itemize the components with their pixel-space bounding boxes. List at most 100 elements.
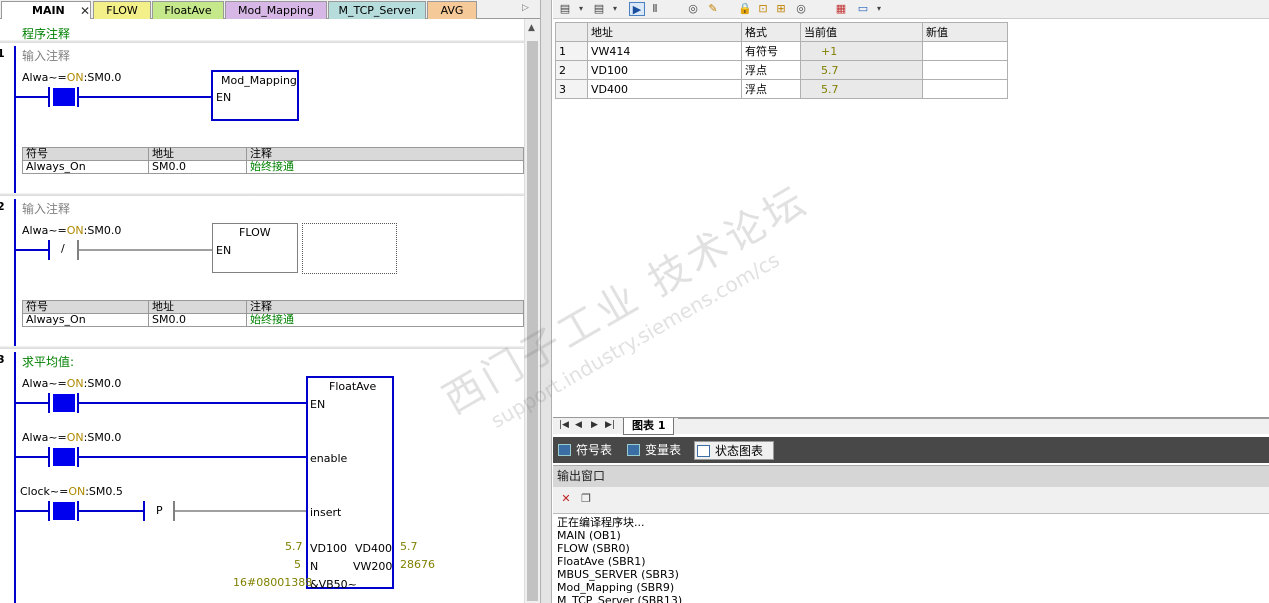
- contact-prefix: Alwa~=: [22, 431, 67, 444]
- close-icon[interactable]: ✕: [80, 5, 90, 17]
- program-tab-bar: MAIN ✕ FLOW FloatAve Mod_Mapping M_TCP_S…: [0, 0, 540, 19]
- dropdown-icon[interactable]: ▾: [871, 2, 887, 16]
- contact-closed[interactable]: [53, 502, 75, 520]
- block-title: FloatAve: [329, 380, 377, 393]
- contact-closed[interactable]: [53, 448, 75, 466]
- network-comment-2[interactable]: 输入注释: [22, 200, 70, 217]
- options-icon[interactable]: ▭: [855, 2, 871, 16]
- network-separator: [0, 40, 524, 43]
- contact-label[interactable]: Alwa~=ON:SM0.0: [22, 224, 121, 237]
- format-cell[interactable]: 有符号: [741, 41, 801, 61]
- tab-flow[interactable]: FLOW: [93, 1, 151, 19]
- network-number-1: 1: [0, 47, 5, 60]
- output-window-content[interactable]: 正在编译程序块... MAIN (OB1) FLOW (SBR0) FloatA…: [553, 514, 1269, 603]
- dropdown-icon[interactable]: ▾: [607, 2, 623, 16]
- contact-state: ON: [66, 224, 84, 237]
- output-line: Mod_Mapping (SBR9): [557, 581, 675, 594]
- read-icon[interactable]: ◎: [685, 2, 701, 16]
- row-number-header: [555, 22, 588, 42]
- symbol-cell: Always_On: [22, 160, 149, 174]
- address-cell: SM0.0: [148, 160, 247, 174]
- pane-splitter[interactable]: [540, 0, 552, 603]
- contact-label[interactable]: Clock~=ON:SM0.5: [20, 485, 123, 498]
- contact-label[interactable]: Alwa~=ON:SM0.0: [22, 431, 121, 444]
- tab-scroll-right-icon[interactable]: ▷: [522, 3, 529, 13]
- tab-variable-table[interactable]: 变量表: [625, 441, 689, 460]
- next-sheet-icon[interactable]: ▶: [591, 420, 598, 430]
- comment-header: 注释: [246, 300, 524, 314]
- symbol-header: 符号: [22, 147, 149, 161]
- floatave-block[interactable]: FloatAve EN enable insert VD100 N &VB50~…: [306, 376, 394, 591]
- delete-row-icon[interactable]: ▤: [591, 2, 607, 16]
- pause-icon[interactable]: Ⅱ: [647, 2, 663, 16]
- tab-m-tcp-server[interactable]: M_TCP_Server: [328, 1, 426, 19]
- row-number[interactable]: 3: [555, 79, 588, 99]
- contact-negated[interactable]: /: [61, 242, 65, 255]
- wire: [16, 249, 48, 251]
- tab-floatave[interactable]: FloatAve: [152, 1, 224, 19]
- copy-output-icon[interactable]: ❐: [578, 492, 594, 506]
- tab-variable-table-label: 变量表: [645, 443, 682, 457]
- clear-output-icon[interactable]: ✕: [558, 492, 574, 506]
- contact-label[interactable]: Alwa~=ON:SM0.0: [22, 377, 121, 390]
- network-comment-3[interactable]: 求平均值:: [22, 353, 74, 370]
- trend-chart-icon[interactable]: ▦: [833, 2, 849, 16]
- editor-vertical-scrollbar[interactable]: ▲: [524, 19, 540, 603]
- scroll-up-icon[interactable]: ▲: [528, 23, 535, 33]
- address-column-header[interactable]: 地址: [587, 22, 742, 42]
- row-number[interactable]: 2: [555, 60, 588, 80]
- contact-closed[interactable]: [53, 394, 75, 412]
- read-forced-icon[interactable]: ◎: [793, 2, 809, 16]
- new-value-cell[interactable]: [922, 79, 1008, 99]
- unforce-icon[interactable]: ⊡: [755, 2, 771, 16]
- address-cell[interactable]: VW414: [587, 41, 742, 61]
- scrollbar-thumb[interactable]: [527, 41, 538, 601]
- mod-mapping-block[interactable]: Mod_Mapping EN: [211, 70, 299, 121]
- status-chart[interactable]: 地址 格式 当前值 新值 1 VW414 有符号 +1 2 VD100 浮点 5…: [553, 19, 1269, 417]
- current-value-column-header[interactable]: 当前值: [800, 22, 923, 42]
- sheet-tab-bar: |◀ ◀ ▶ ▶| 图表 1: [553, 417, 1269, 435]
- status-chart-toolbar: ▤ ▾ ▤ ▾ ▶ Ⅱ ◎ ✎ 🔒 ⊡ ⊞ ◎ ▦ ▭ ▾: [553, 0, 1269, 19]
- edge-contact-p[interactable]: P: [156, 504, 163, 517]
- format-column-header[interactable]: 格式: [741, 22, 801, 42]
- contact-closed[interactable]: [53, 88, 75, 106]
- write-pencil-icon[interactable]: ✎: [705, 2, 721, 16]
- play-icon[interactable]: ▶: [629, 2, 645, 16]
- output-value-vd400: 5.7: [400, 540, 418, 553]
- last-sheet-icon[interactable]: ▶|: [605, 420, 615, 430]
- contact-label[interactable]: Alwa~=ON:SM0.0: [22, 71, 121, 84]
- unforce-all-icon[interactable]: ⊞: [773, 2, 789, 16]
- force-lock-icon[interactable]: 🔒: [737, 2, 753, 16]
- sheet-tab-chart-1[interactable]: 图表 1: [623, 418, 675, 435]
- ladder-editor[interactable]: 程序注释 1 输入注释 Alwa~=ON:SM0.0 Mod_Mapping E…: [0, 19, 524, 603]
- wire: [16, 402, 48, 404]
- new-value-column-header[interactable]: 新值: [922, 22, 1008, 42]
- wire: [79, 510, 143, 512]
- tab-symbol-table[interactable]: 符号表: [556, 441, 620, 460]
- tab-flow-label: FLOW: [106, 4, 138, 17]
- contact-state: ON: [66, 431, 84, 444]
- network-comment-1[interactable]: 输入注释: [22, 47, 70, 64]
- new-value-cell[interactable]: [922, 60, 1008, 80]
- row-number[interactable]: 1: [555, 41, 588, 61]
- variable-table-icon: [627, 444, 640, 456]
- tab-avg[interactable]: AVG: [427, 1, 477, 19]
- address-cell[interactable]: VD100: [587, 60, 742, 80]
- address-cell[interactable]: VD400: [587, 79, 742, 99]
- tab-mod-mapping[interactable]: Mod_Mapping: [225, 1, 327, 19]
- prev-sheet-icon[interactable]: ◀: [575, 420, 582, 430]
- tab-status-chart[interactable]: 状态图表: [694, 441, 774, 460]
- empty-cursor-box[interactable]: [302, 223, 397, 274]
- symbol-header: 符号: [22, 300, 149, 314]
- tab-main[interactable]: MAIN ✕: [1, 1, 91, 19]
- insert-row-icon[interactable]: ▤: [557, 2, 573, 16]
- contact-prefix: Alwa~=: [22, 71, 67, 84]
- new-value-cell[interactable]: [922, 41, 1008, 61]
- tab-status-chart-label: 状态图表: [715, 444, 764, 458]
- block-pin-vd100: VD100: [310, 542, 347, 555]
- dropdown-icon[interactable]: ▾: [573, 2, 589, 16]
- format-cell[interactable]: 浮点: [741, 79, 801, 99]
- format-cell[interactable]: 浮点: [741, 60, 801, 80]
- first-sheet-icon[interactable]: |◀: [559, 420, 569, 430]
- flow-block[interactable]: FLOW EN: [212, 223, 298, 273]
